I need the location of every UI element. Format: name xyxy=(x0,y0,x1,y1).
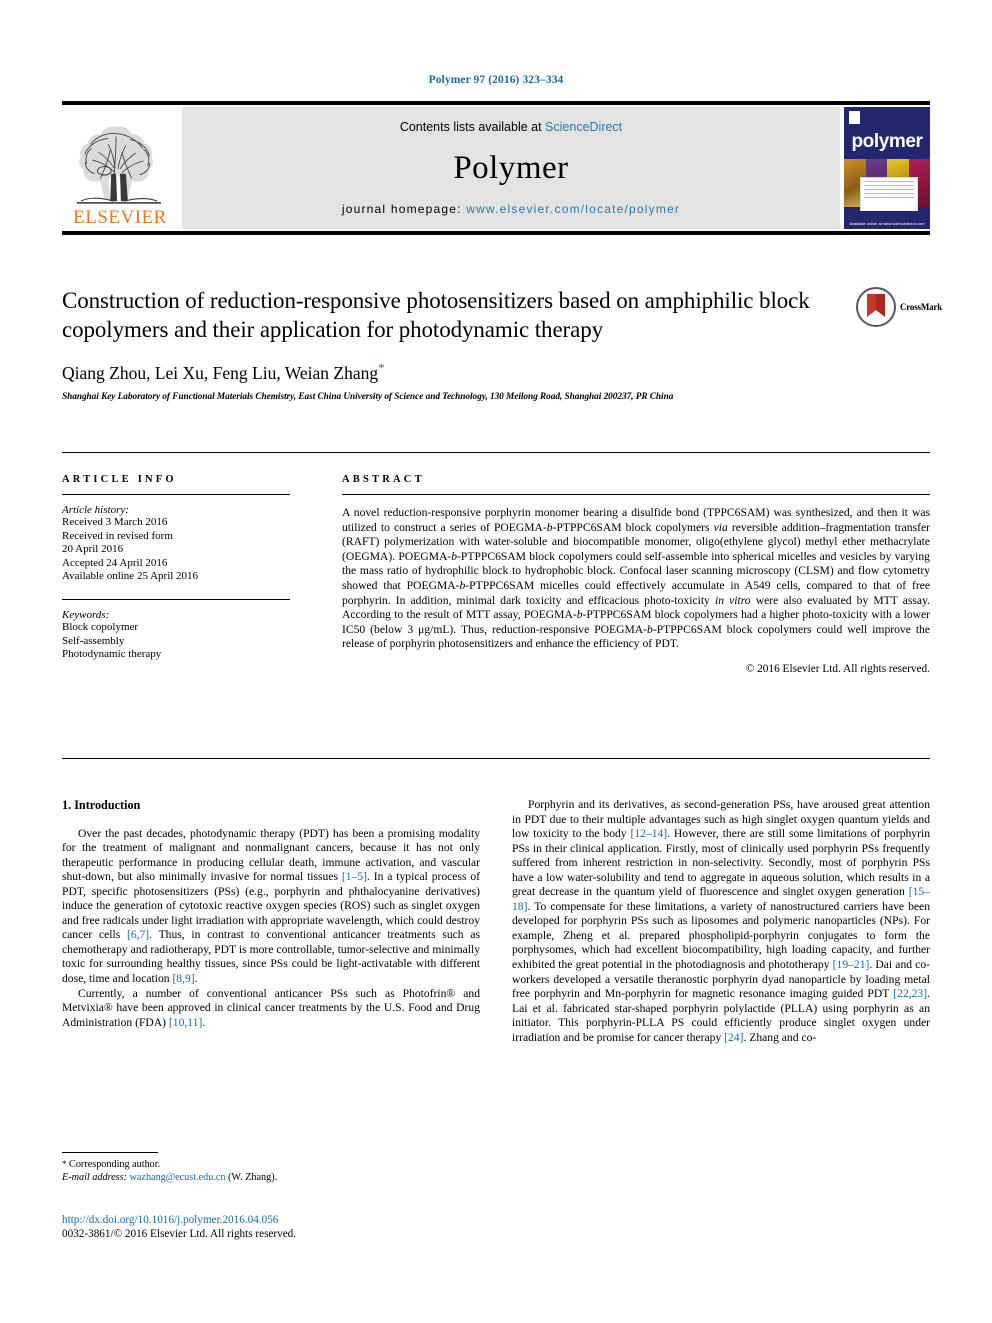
masthead-center-band: Contents lists available at ScienceDirec… xyxy=(182,107,840,229)
abstract-copyright: © 2016 Elsevier Ltd. All rights reserved… xyxy=(745,662,930,675)
doi-link[interactable]: http://dx.doi.org/10.1016/j.polymer.2016… xyxy=(62,1213,492,1227)
corresponding-author-line: * Corresponding author. xyxy=(62,1158,480,1171)
journal-title: Polymer xyxy=(453,149,569,186)
article-info-column: ARTICLE INFO Article history: Received 3… xyxy=(62,474,290,662)
body-paragraph: Porphyrin and its derivatives, as second… xyxy=(512,798,930,1044)
cover-footer-text: Available online at www.sciencedirect.co… xyxy=(849,221,925,226)
article-info-heading: ARTICLE INFO xyxy=(62,474,177,485)
email-owner: (W. Zhang). xyxy=(228,1172,278,1183)
keyword-item: Block copolymer xyxy=(62,620,139,633)
journal-article-page: Polymer 97 (2016) 323–334 ELSEVIER Conte… xyxy=(0,0,992,1323)
abstract-heading: ABSTRACT xyxy=(342,474,425,485)
article-history-label: Article history: xyxy=(62,504,129,516)
body-column-right: Porphyrin and its derivatives, as second… xyxy=(512,798,930,1045)
abstract-text: A novel reduction-responsive porphyrin m… xyxy=(342,506,931,651)
elsevier-tree-icon xyxy=(76,126,162,204)
history-line: Received 3 March 2016 xyxy=(62,516,168,528)
corresponding-author-marker: * xyxy=(378,360,385,375)
cover-inset-line xyxy=(864,193,914,194)
email-label: E-mail address: xyxy=(62,1172,127,1183)
section-heading-introduction: 1. Introduction xyxy=(62,798,141,812)
cover-inset-line xyxy=(864,185,914,186)
imprint-block: http://dx.doi.org/10.1016/j.polymer.2016… xyxy=(62,1213,492,1241)
cover-bottom-strip xyxy=(844,211,930,229)
crossmark-badge[interactable]: CrossMark xyxy=(856,282,946,332)
journal-homepage-link[interactable]: www.elsevier.com/locate/polymer xyxy=(466,202,680,216)
sciencedirect-link[interactable]: ScienceDirect xyxy=(545,120,622,134)
keyword-item: Self-assembly xyxy=(62,634,125,647)
cover-inset-figure xyxy=(860,177,918,213)
keyword-item: Photodynamic therapy xyxy=(62,648,162,661)
elsevier-logo: ELSEVIER xyxy=(62,107,178,229)
corresponding-author-footnote: * Corresponding author. E-mail address: … xyxy=(62,1152,480,1184)
journal-homepage-line: journal homepage: www.elsevier.com/locat… xyxy=(342,202,680,216)
footnote-star-icon: * xyxy=(62,1159,67,1169)
journal-masthead: ELSEVIER Contents lists available at Sci… xyxy=(62,101,930,235)
issn-copyright: 0032-3861/© 2016 Elsevier Ltd. All right… xyxy=(62,1228,297,1240)
cover-journal-word: polymer xyxy=(851,131,923,152)
history-line: Available online 25 April 2016 xyxy=(62,570,199,583)
contents-prefix: Contents lists available at xyxy=(399,120,546,134)
body-paragraph: Currently, a number of conventional anti… xyxy=(62,986,480,1029)
cover-inset-line xyxy=(864,181,914,182)
crossmark-label: CrossMark xyxy=(900,302,943,312)
masthead-bottom-rule xyxy=(62,231,930,235)
email-link[interactable]: wazhang@ecust.edu.cn xyxy=(130,1172,226,1183)
history-line: Received in revised form xyxy=(62,529,173,542)
body-column-left: 1. Introduction Over the past decades, p… xyxy=(62,798,480,1030)
body-paragraph: Over the past decades, photodynamic ther… xyxy=(62,826,480,986)
email-line: E-mail address: wazhang@ecust.edu.cn (W.… xyxy=(62,1171,480,1184)
journal-cover-thumbnail[interactable]: polymer Available online at www.scienced… xyxy=(844,107,930,229)
crossmark-icon xyxy=(856,287,896,327)
history-line: Accepted 24 April 2016 xyxy=(62,556,168,569)
cover-logo-box xyxy=(849,111,860,124)
article-history-group: Article history: Received 3 March 2016 R… xyxy=(62,504,290,584)
keywords-label: Keywords: xyxy=(62,608,110,621)
elsevier-wordmark: ELSEVIER xyxy=(73,207,167,228)
author-list: Qiang Zhou, Lei Xu, Feng Liu, Weian Zhan… xyxy=(62,360,852,384)
cover-inset-line xyxy=(864,189,914,190)
keywords-group: Keywords: Block copolymer Self-assembly … xyxy=(62,609,290,662)
cover-inset-line xyxy=(864,197,914,198)
abstract-rule xyxy=(342,494,930,495)
corresponding-author-text: Corresponding author. xyxy=(69,1159,161,1170)
masthead-top-rule xyxy=(62,101,930,105)
history-line: 20 April 2016 xyxy=(62,543,124,556)
abstract-column: ABSTRACT A novel reduction-responsive po… xyxy=(342,474,930,675)
author-names: Qiang Zhou, Lei Xu, Feng Liu, Weian Zhan… xyxy=(62,362,379,383)
keywords-rule xyxy=(62,598,290,600)
info-band-bottom-rule xyxy=(62,758,930,759)
homepage-prefix: journal homepage: xyxy=(341,202,467,216)
contents-available-line: Contents lists available at ScienceDirec… xyxy=(400,120,622,134)
page-title: Construction of reduction-responsive pho… xyxy=(62,288,810,342)
title-block: Construction of reduction-responsive pho… xyxy=(62,286,852,402)
article-info-rule xyxy=(62,494,290,495)
info-band-top-rule xyxy=(62,452,930,453)
affiliation: Shanghai Key Laboratory of Functional Ma… xyxy=(62,391,674,402)
footnote-rule xyxy=(62,1152,158,1153)
running-head: Polymer 97 (2016) 323–334 xyxy=(428,74,564,86)
